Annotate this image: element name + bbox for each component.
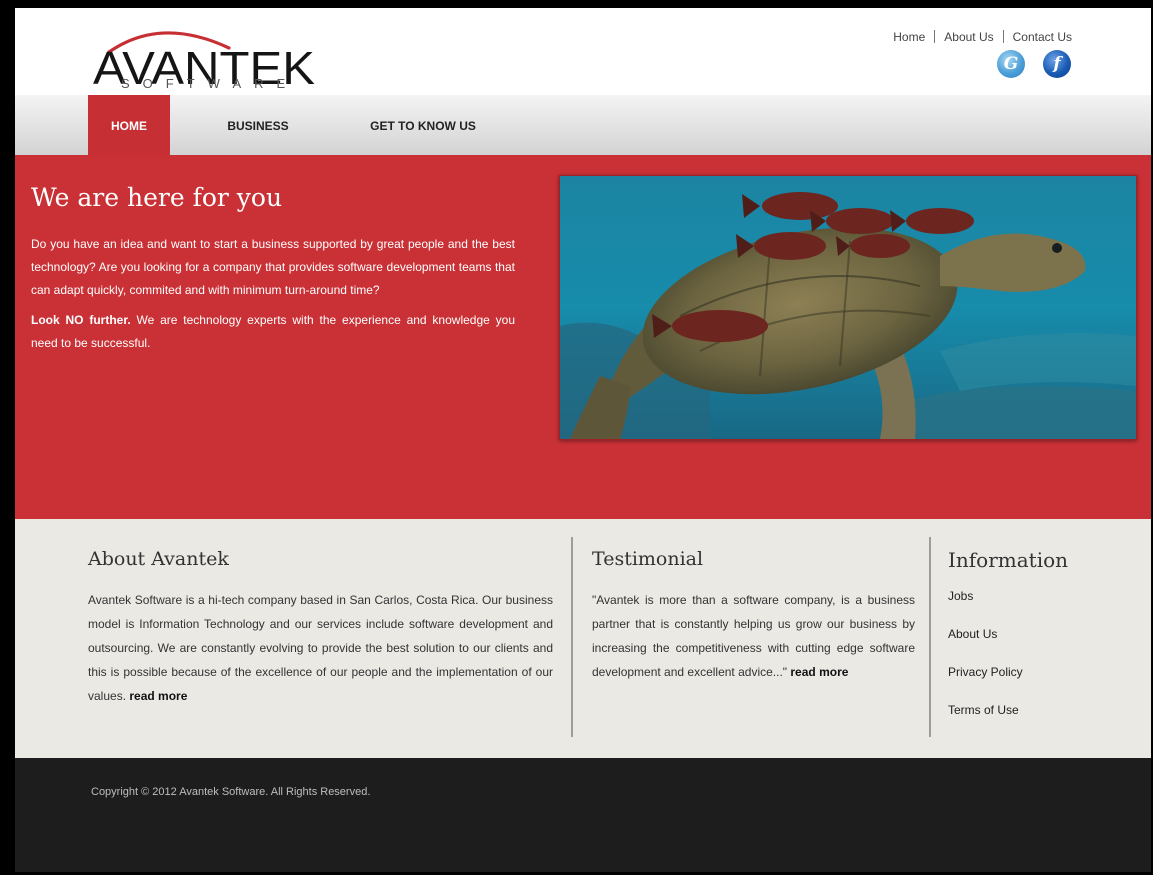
about-read-more-link[interactable]: read more — [129, 689, 187, 703]
info-link-about-us[interactable]: About Us — [948, 627, 997, 641]
hero-title: We are here for you — [31, 183, 283, 212]
facebook-glyph: f — [1053, 54, 1061, 74]
slider-image[interactable] — [559, 175, 1137, 440]
column-divider — [571, 537, 573, 737]
hero-emphasis: Look NO further. — [31, 313, 131, 327]
info-link-jobs[interactable]: Jobs — [948, 589, 973, 603]
testimonial-title: Testimonial — [592, 548, 704, 570]
footer: Copyright © 2012 Avantek Software. All R… — [15, 758, 1151, 872]
info-link-terms-of-use[interactable]: Terms of Use — [948, 703, 1019, 717]
copyright-text: Copyright © 2012 Avantek Software. All R… — [91, 786, 371, 798]
about-text: Avantek Software is a hi-tech company ba… — [88, 588, 553, 708]
top-link-home[interactable]: Home — [884, 30, 934, 44]
nav-item-home[interactable]: HOME — [88, 95, 170, 155]
column-divider — [929, 537, 931, 737]
hero-paragraph-2: Look NO further. We are technology exper… — [31, 309, 515, 355]
main-nav: HOME BUSINESS GET TO KNOW US — [15, 95, 1151, 156]
header: AVANTEK SOFTWARE Home About Us Contact Us … — [15, 8, 1151, 95]
testimonial-read-more-link[interactable]: read more — [790, 665, 848, 679]
top-links: Home About Us Contact Us — [884, 30, 1081, 44]
top-link-contact[interactable]: Contact Us — [1004, 30, 1081, 44]
browser-frame: AVANTEK SOFTWARE Home About Us Contact Us … — [0, 0, 1153, 875]
about-body: Avantek Software is a hi-tech company ba… — [88, 593, 553, 703]
testimonial-text: "Avantek is more than a software company… — [592, 588, 915, 684]
top-link-about[interactable]: About Us — [935, 30, 1002, 44]
content-section: About Avantek Avantek Software is a hi-t… — [15, 519, 1151, 758]
testimonial-body: "Avantek is more than a software company… — [592, 593, 915, 679]
facebook-icon[interactable]: f — [1043, 50, 1071, 78]
hero-text: Do you have an idea and want to start a … — [31, 233, 515, 362]
nav-item-get-to-know-us[interactable]: GET TO KNOW US — [358, 95, 488, 155]
information-title: Information — [948, 548, 1069, 572]
google-glyph: G — [1003, 54, 1019, 74]
sea-turtle-image — [560, 176, 1136, 439]
about-title: About Avantek — [88, 548, 229, 570]
avantek-logo[interactable]: AVANTEK SOFTWARE — [91, 22, 331, 92]
nav-item-business[interactable]: BUSINESS — [215, 95, 301, 155]
page: AVANTEK SOFTWARE Home About Us Contact Us … — [15, 8, 1151, 872]
hero-banner: We are here for you Do you have an idea … — [15, 155, 1151, 623]
logo-subtext: SOFTWARE — [121, 76, 299, 91]
google-icon[interactable]: G — [997, 50, 1025, 78]
info-link-privacy-policy[interactable]: Privacy Policy — [948, 665, 1023, 679]
hero-paragraph-1: Do you have an idea and want to start a … — [31, 237, 515, 297]
